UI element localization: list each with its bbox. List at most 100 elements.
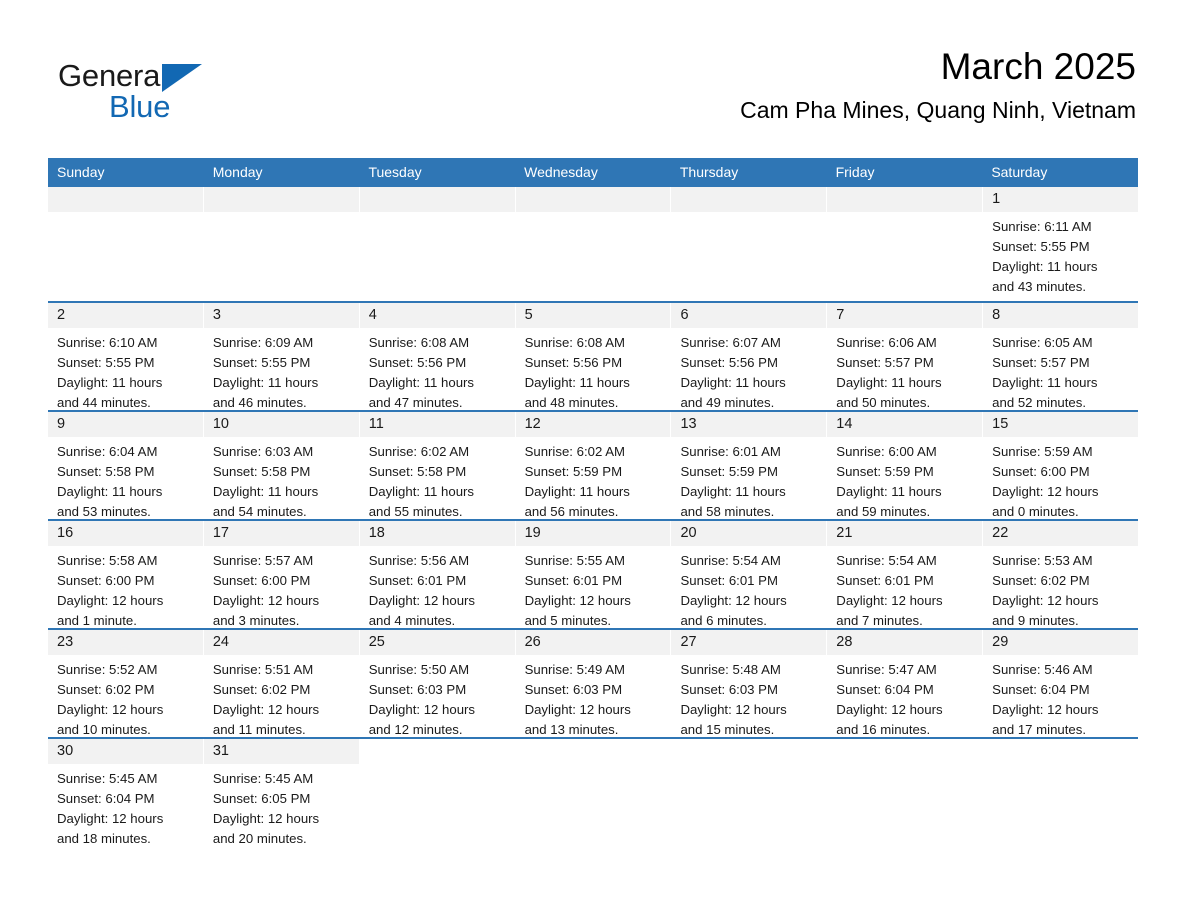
calendar-day-cell[interactable]: 8 Sunrise: 6:05 AM Sunset: 5:57 PM Daylight… bbox=[983, 303, 1139, 410]
daylight-duration-line2: and 53 minutes. bbox=[57, 504, 151, 519]
day-number: 10 bbox=[203, 412, 359, 437]
calendar-day-cell[interactable]: 11 Sunrise: 6:02 AM Sunset: 5:58 PM Dayligh… bbox=[359, 412, 516, 519]
day-number: 12 bbox=[515, 412, 671, 437]
daylight-duration-line2: and 54 minutes. bbox=[212, 504, 307, 519]
calendar-day-cell[interactable]: 25 Sunrise: 5:50 AM Sunset: 6:03 PM Dayligh… bbox=[359, 630, 516, 737]
daylight-duration-line1: Daylight: 12 hours bbox=[57, 593, 164, 608]
weekday-header-monday: Monday bbox=[212, 164, 263, 180]
calendar-day-cell[interactable]: 24 Sunrise: 5:51 AM Sunset: 6:02 PM Dayligh… bbox=[203, 630, 360, 737]
daylight-duration-line2: and 48 minutes. bbox=[524, 395, 619, 410]
calendar-day-cell[interactable]: 29 Sunrise: 5:46 AM Sunset: 6:04 PM Dayligh… bbox=[983, 630, 1139, 737]
calendar-day-cell[interactable]: 21 Sunrise: 5:54 AM Sunset: 6:01 PM Dayligh… bbox=[827, 521, 984, 628]
calendar-day-cell[interactable]: 10 Sunrise: 6:03 AM Sunset: 5:58 PM Dayligh… bbox=[203, 412, 360, 519]
sunset-time: Sunset: 5:56 PM bbox=[680, 355, 778, 370]
sunrise-time: Sunrise: 6:08 AM bbox=[368, 335, 470, 350]
calendar-day-cell[interactable]: 7 Sunrise: 6:06 AM Sunset: 5:57 PM Daylight… bbox=[827, 303, 984, 410]
sunrise-time: Sunrise: 5:50 AM bbox=[368, 662, 470, 677]
calendar-day-cell[interactable]: 5 Sunrise: 6:08 AM Sunset: 5:56 PM Daylight… bbox=[515, 303, 672, 410]
sunrise-time: Sunrise: 5:45 AM bbox=[212, 771, 314, 786]
sunset-time: Sunset: 6:02 PM bbox=[992, 573, 1090, 588]
calendar-day-cell-empty bbox=[359, 187, 516, 301]
daylight-duration-line1: Daylight: 12 hours bbox=[992, 593, 1099, 608]
daylight-duration-line1: Daylight: 11 hours bbox=[992, 375, 1098, 390]
day-sun-info: Sunrise: 5:45 AM Sunset: 6:05 PM Daylight:… bbox=[204, 764, 359, 855]
daylight-duration-line2: and 46 minutes. bbox=[212, 395, 307, 410]
sunset-time: Sunset: 5:57 PM bbox=[992, 355, 1090, 370]
sunset-time: Sunset: 5:55 PM bbox=[992, 239, 1090, 254]
sunset-time: Sunset: 6:04 PM bbox=[836, 682, 934, 697]
day-number: 3 bbox=[203, 303, 359, 328]
sunset-time: Sunset: 6:04 PM bbox=[57, 791, 155, 806]
day-sun-info: Sunrise: 6:05 AM Sunset: 5:57 PM Daylight:… bbox=[983, 328, 1138, 419]
calendar-day-cell[interactable]: 19 Sunrise: 5:55 AM Sunset: 6:01 PM Dayligh… bbox=[515, 521, 672, 628]
sunset-time: Sunset: 6:02 PM bbox=[57, 682, 155, 697]
calendar-day-cell[interactable]: 30 Sunrise: 5:45 AM Sunset: 6:04 PM Dayligh… bbox=[48, 739, 204, 849]
calendar-day-cell[interactable]: 6 Sunrise: 6:07 AM Sunset: 5:56 PM Daylight… bbox=[671, 303, 828, 410]
day-sun-info: Sunrise: 6:02 AM Sunset: 5:58 PM Daylight:… bbox=[360, 437, 515, 528]
day-sun-info: Sunrise: 5:54 AM Sunset: 6:01 PM Daylight:… bbox=[827, 546, 982, 637]
calendar-day-cell[interactable]: 9 Sunrise: 6:04 AM Sunset: 5:58 PM Daylight… bbox=[48, 412, 204, 519]
calendar-week-row: 2 Sunrise: 6:10 AM Sunset: 5:55 PM Daylight… bbox=[48, 303, 1139, 412]
daylight-duration-line1: Daylight: 12 hours bbox=[680, 702, 787, 717]
day-sun-info: Sunrise: 6:08 AM Sunset: 5:56 PM Daylight:… bbox=[360, 328, 515, 419]
day-number: 2 bbox=[48, 303, 203, 328]
calendar-day-cell[interactable]: 28 Sunrise: 5:47 AM Sunset: 6:04 PM Dayligh… bbox=[827, 630, 984, 737]
calendar-day-cell[interactable]: 3 Sunrise: 6:09 AM Sunset: 5:55 PM Daylight… bbox=[203, 303, 360, 410]
daylight-duration-line1: Daylight: 12 hours bbox=[368, 702, 476, 717]
sunrise-time: Sunrise: 5:51 AM bbox=[212, 662, 314, 677]
calendar-day-cell[interactable]: 18 Sunrise: 5:56 AM Sunset: 6:01 PM Dayligh… bbox=[359, 521, 516, 628]
daylight-duration-line1: Daylight: 12 hours bbox=[212, 593, 320, 608]
weekday-header-saturday: Saturday bbox=[991, 164, 1048, 180]
sunset-time: Sunset: 6:03 PM bbox=[680, 682, 778, 697]
day-sun-info: Sunrise: 5:47 AM Sunset: 6:04 PM Daylight:… bbox=[827, 655, 982, 746]
sunrise-time: Sunrise: 6:02 AM bbox=[368, 444, 470, 459]
day-number bbox=[671, 739, 827, 764]
day-sun-info: Sunrise: 5:55 AM Sunset: 6:01 PM Daylight:… bbox=[516, 546, 671, 637]
sunrise-time: Sunrise: 6:10 AM bbox=[57, 335, 158, 350]
day-number bbox=[359, 187, 515, 212]
daylight-duration-line1: Daylight: 11 hours bbox=[992, 259, 1098, 274]
day-number bbox=[671, 187, 827, 212]
calendar-day-cell[interactable]: 13 Sunrise: 6:01 AM Sunset: 5:59 PM Dayligh… bbox=[671, 412, 828, 519]
day-sun-info: Sunrise: 5:50 AM Sunset: 6:03 PM Daylight:… bbox=[360, 655, 515, 746]
day-number: 19 bbox=[515, 521, 671, 546]
calendar-day-cell-empty bbox=[359, 739, 516, 849]
calendar-day-cell[interactable]: 12 Sunrise: 6:02 AM Sunset: 5:59 PM Dayligh… bbox=[515, 412, 672, 519]
daylight-duration-line2: and 55 minutes. bbox=[368, 504, 463, 519]
sunrise-time: Sunrise: 6:05 AM bbox=[992, 335, 1093, 350]
calendar-day-cell[interactable]: 22 Sunrise: 5:53 AM Sunset: 6:02 PM Dayligh… bbox=[983, 521, 1139, 628]
calendar-day-cell[interactable]: 2 Sunrise: 6:10 AM Sunset: 5:55 PM Daylight… bbox=[48, 303, 204, 410]
day-number: 25 bbox=[359, 630, 515, 655]
calendar-week-row: 30 Sunrise: 5:45 AM Sunset: 6:04 PM Dayligh… bbox=[48, 739, 1139, 849]
day-sun-info: Sunrise: 6:03 AM Sunset: 5:58 PM Daylight:… bbox=[204, 437, 359, 528]
calendar-day-cell[interactable]: 23 Sunrise: 5:52 AM Sunset: 6:02 PM Dayligh… bbox=[48, 630, 204, 737]
daylight-duration-line1: Daylight: 12 hours bbox=[212, 811, 320, 826]
sunrise-time: Sunrise: 5:48 AM bbox=[680, 662, 781, 677]
calendar-day-cell[interactable]: 1 Sunrise: 6:11 AM Sunset: 5:55 PM Daylight… bbox=[983, 187, 1139, 301]
weekday-header-tuesday: Tuesday bbox=[368, 164, 422, 180]
calendar-day-cell-empty bbox=[48, 187, 204, 301]
day-sun-info: Sunrise: 6:04 AM Sunset: 5:58 PM Daylight:… bbox=[48, 437, 203, 528]
page-title: March 2025 bbox=[940, 46, 1136, 87]
calendar-day-cell[interactable]: 26 Sunrise: 5:49 AM Sunset: 6:03 PM Dayligh… bbox=[515, 630, 672, 737]
calendar-day-cell[interactable]: 15 Sunrise: 5:59 AM Sunset: 6:00 PM Dayligh… bbox=[983, 412, 1139, 519]
calendar-day-cell[interactable]: 14 Sunrise: 6:00 AM Sunset: 5:59 PM Dayligh… bbox=[827, 412, 984, 519]
calendar-day-cell[interactable]: 17 Sunrise: 5:57 AM Sunset: 6:00 PM Dayligh… bbox=[203, 521, 360, 628]
sunrise-time: Sunrise: 5:56 AM bbox=[368, 553, 470, 568]
calendar-page: General Blue March 2025 Cam Pha Mines, Q… bbox=[0, 0, 1188, 918]
calendar-day-cell[interactable]: 27 Sunrise: 5:48 AM Sunset: 6:03 PM Dayligh… bbox=[671, 630, 828, 737]
day-sun-info: Sunrise: 6:00 AM Sunset: 5:59 PM Daylight:… bbox=[827, 437, 982, 528]
calendar-day-cell[interactable]: 20 Sunrise: 5:54 AM Sunset: 6:01 PM Dayligh… bbox=[671, 521, 828, 628]
daylight-duration-line1: Daylight: 12 hours bbox=[57, 702, 164, 717]
day-sun-info: Sunrise: 6:01 AM Sunset: 5:59 PM Daylight:… bbox=[671, 437, 826, 528]
daylight-duration-line1: Daylight: 11 hours bbox=[836, 484, 942, 499]
day-number: 16 bbox=[48, 521, 203, 546]
calendar-day-cell[interactable]: 16 Sunrise: 5:58 AM Sunset: 6:00 PM Dayligh… bbox=[48, 521, 204, 628]
calendar-day-cell[interactable]: 31 Sunrise: 5:45 AM Sunset: 6:05 PM Dayligh… bbox=[203, 739, 360, 849]
daylight-duration-line2: and 10 minutes. bbox=[57, 722, 151, 737]
general-blue-logo[interactable]: General Blue bbox=[58, 58, 258, 130]
sunset-time: Sunset: 6:01 PM bbox=[524, 573, 623, 588]
calendar-day-cell[interactable]: 4 Sunrise: 6:08 AM Sunset: 5:56 PM Daylight… bbox=[359, 303, 516, 410]
sunrise-time: Sunrise: 6:04 AM bbox=[57, 444, 158, 459]
weekday-header-friday: Friday bbox=[835, 164, 875, 180]
